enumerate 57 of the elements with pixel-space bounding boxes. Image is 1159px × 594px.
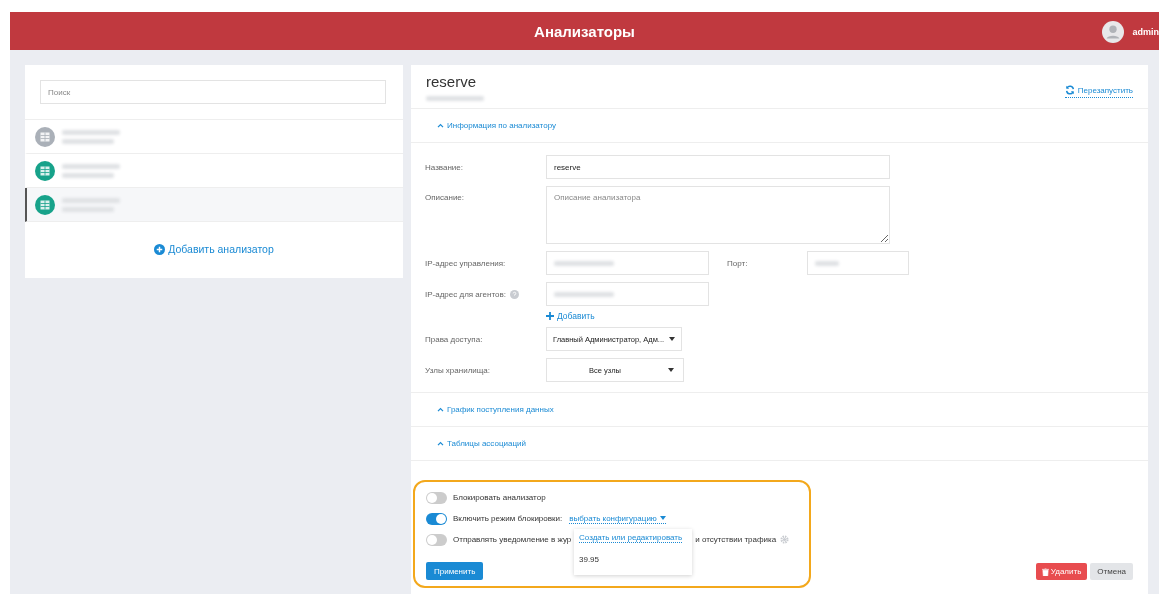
section-toggle[interactable]: График поступления данных <box>437 405 554 414</box>
search-field[interactable]: Поиск <box>40 80 386 104</box>
user-name[interactable]: admin <box>1132 27 1159 37</box>
redacted-text <box>62 172 114 178</box>
toggle-label: Включить режим блокировки: <box>453 514 563 523</box>
apply-button[interactable]: Применить <box>426 562 484 580</box>
cancel-button[interactable]: Отмена <box>1090 563 1133 580</box>
field-label: IP-адрес управления: <box>425 258 507 268</box>
redacted-text <box>62 163 120 169</box>
config-dropdown-link[interactable]: выбрать конфигурацию <box>569 513 666 524</box>
restart-link[interactable]: Перезапустить <box>1064 85 1133 98</box>
caret-icon <box>437 123 444 128</box>
field-label: IP-адрес для агентов: <box>425 289 506 299</box>
section-toggle[interactable]: Информация по анализатору <box>437 121 556 130</box>
help-icon[interactable] <box>509 289 519 299</box>
add-analyzer-button[interactable]: Добавить анализатор <box>154 242 274 256</box>
toggle-label: Отправлять уведомление в жур <box>453 535 572 544</box>
analyzer-list-item[interactable] <box>25 188 403 222</box>
section-toggle[interactable]: Таблицы ассоциаций <box>437 439 526 448</box>
plus-circle-icon <box>154 243 166 255</box>
redacted-text <box>62 138 114 144</box>
field-label: Название: <box>425 162 464 172</box>
redacted-text <box>426 96 484 101</box>
ip-field[interactable] <box>546 251 709 275</box>
redacted-text <box>554 291 614 297</box>
redacted-text <box>62 129 120 135</box>
redacted-text <box>815 260 839 266</box>
field-label: Узлы хранилища: <box>425 365 492 375</box>
user-avatar-icon[interactable] <box>1102 21 1125 43</box>
caret-down-icon <box>669 337 676 341</box>
refresh-icon <box>1064 85 1075 95</box>
add-link[interactable]: Добавить <box>546 311 595 321</box>
toggle-label: и отсутствии трафика <box>695 535 777 544</box>
delete-button[interactable]: Удалить <box>1035 563 1088 580</box>
menu-item[interactable]: Создать или редактировать <box>579 533 683 543</box>
field-label: Порт: <box>726 258 749 268</box>
field-label: Права доступа: <box>425 334 484 344</box>
toggle-switch[interactable] <box>426 533 447 546</box>
port-field[interactable] <box>807 251 909 275</box>
agents-ip-field[interactable] <box>546 282 709 306</box>
description-field[interactable]: Описание анализатора <box>546 186 890 244</box>
toggle-switch[interactable] <box>426 491 447 504</box>
caret-icon <box>437 407 444 412</box>
plus-icon <box>546 312 554 320</box>
menu-item[interactable]: 39.95 <box>579 555 600 564</box>
trash-icon <box>1041 567 1049 576</box>
caret-down-icon <box>659 516 666 520</box>
redacted-text <box>554 260 614 266</box>
caret-down-icon <box>668 368 674 372</box>
field-label: Описание: <box>425 192 466 202</box>
toggle-label: Блокировать анализатор <box>453 493 546 502</box>
name-field[interactable]: reserve <box>546 155 890 179</box>
analyzer-title: reserve <box>426 73 478 90</box>
gear-icon[interactable] <box>780 535 790 544</box>
page-title: Анализаторы <box>534 22 635 40</box>
toggle-switch[interactable] <box>426 512 447 525</box>
caret-icon <box>437 441 444 446</box>
